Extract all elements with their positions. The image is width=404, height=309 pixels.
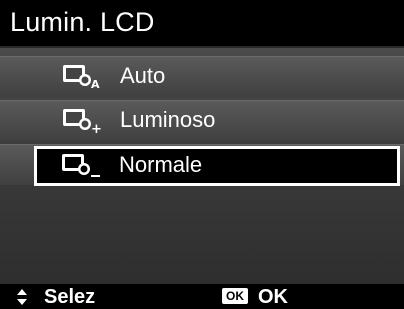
- lcd-brightness-auto-icon: A: [63, 65, 100, 90]
- footer-ok-hint: OK: [258, 286, 288, 308]
- menu-panel: A Auto + Luminoso Normale: [0, 48, 404, 284]
- lcd-brightness-normal-icon: [62, 154, 100, 177]
- menu-item-label: Auto: [120, 63, 166, 88]
- footer-bar: Selez OK OK: [0, 284, 404, 309]
- svg-text:A: A: [91, 78, 100, 90]
- menu-item-normale[interactable]: Normale: [34, 146, 400, 186]
- footer-select-hint: Selez: [44, 286, 96, 308]
- up-down-arrows-icon: [17, 289, 27, 305]
- menu-item-auto[interactable]: A Auto: [36, 58, 400, 96]
- menu-item-label: Luminoso: [120, 107, 216, 132]
- svg-text:+: +: [91, 122, 102, 134]
- menu-item-label: Normale: [119, 152, 203, 177]
- lcd-brightness-bright-icon: +: [63, 109, 102, 134]
- title-bar: Lumin. LCD: [0, 0, 404, 48]
- ok-button-icon: OK: [222, 288, 248, 304]
- camera-menu-screen: Lumin. LCD A Auto + Luminoso Normale Sel…: [0, 0, 404, 309]
- menu-title: Lumin. LCD: [10, 7, 155, 37]
- menu-item-luminoso[interactable]: + Luminoso: [36, 102, 400, 140]
